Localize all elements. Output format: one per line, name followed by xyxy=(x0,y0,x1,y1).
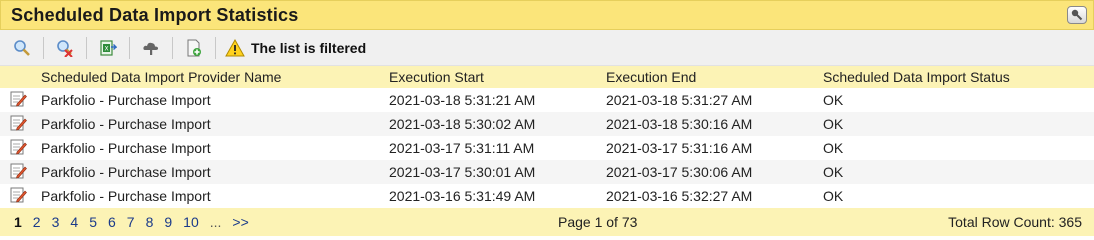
end-cell: 2021-03-18 5:31:27 AM xyxy=(606,92,753,108)
page-link-current: 1 xyxy=(14,214,22,230)
page-info: Page 1 of 73 xyxy=(558,214,638,230)
table-row: Parkfolio - Purchase Import 2021-03-18 5… xyxy=(0,88,1094,112)
page-links: 1 2 3 4 5 6 7 8 9 10 ... >> xyxy=(14,214,260,230)
status-cell: OK xyxy=(823,188,844,204)
toolbar-separator xyxy=(172,36,173,59)
edit-icon xyxy=(10,115,27,130)
edit-button[interactable] xyxy=(0,136,41,160)
pager: 1 2 3 4 5 6 7 8 9 10 ... >> Page 1 of 73… xyxy=(0,208,1094,236)
provider-cell: Parkfolio - Purchase Import xyxy=(41,92,211,108)
page-ellipsis[interactable]: ... xyxy=(210,214,222,230)
edit-button[interactable] xyxy=(0,88,41,112)
end-cell: 2021-03-17 5:31:16 AM xyxy=(606,140,753,156)
page-link[interactable]: 5 xyxy=(89,214,97,230)
page-link[interactable]: 10 xyxy=(183,214,199,230)
toolbar-separator xyxy=(86,36,87,59)
status-cell: OK xyxy=(823,92,844,108)
filter-notice: The list is filtered xyxy=(225,38,367,57)
status-cell: OK xyxy=(823,140,844,156)
page-link[interactable]: 6 xyxy=(108,214,116,230)
title-bar: Scheduled Data Import Statistics xyxy=(0,0,1094,30)
clear-search-icon xyxy=(57,39,73,57)
page-link[interactable]: 9 xyxy=(164,214,172,230)
toolbar-separator xyxy=(43,36,44,59)
start-cell: 2021-03-18 5:30:02 AM xyxy=(389,116,536,132)
page-link[interactable]: 8 xyxy=(146,214,154,230)
export-excel-button[interactable]: X xyxy=(96,36,120,60)
edit-icon xyxy=(10,139,27,154)
add-button[interactable] xyxy=(182,36,206,60)
table-row: Parkfolio - Purchase Import 2021-03-18 5… xyxy=(0,112,1094,136)
status-cell: OK xyxy=(823,164,844,180)
column-header-provider[interactable]: Scheduled Data Import Provider Name xyxy=(41,66,389,88)
header-icon-cell xyxy=(0,66,41,88)
filter-notice-text: The list is filtered xyxy=(251,39,367,56)
pin-button[interactable] xyxy=(1067,6,1087,24)
cloud-upload-icon xyxy=(143,42,159,55)
next-pages-link[interactable]: >> xyxy=(232,214,248,230)
warning-icon xyxy=(225,38,245,56)
toolbar: X The list is filtered xyxy=(0,30,1094,66)
column-header-status[interactable]: Scheduled Data Import Status xyxy=(823,66,1094,88)
excel-export-icon: X xyxy=(100,39,117,56)
clear-search-button[interactable] xyxy=(53,36,77,60)
pin-icon xyxy=(1071,9,1083,21)
total-row-count: Total Row Count: 365 xyxy=(948,214,1082,230)
provider-cell: Parkfolio - Purchase Import xyxy=(41,116,211,132)
table-header-row: Scheduled Data Import Provider Name Exec… xyxy=(0,66,1094,88)
add-document-icon xyxy=(187,39,201,56)
start-cell: 2021-03-16 5:31:49 AM xyxy=(389,188,536,204)
page-link[interactable]: 7 xyxy=(127,214,135,230)
page-link[interactable]: 4 xyxy=(70,214,78,230)
provider-cell: Parkfolio - Purchase Import xyxy=(41,164,211,180)
statistics-panel: Scheduled Data Import Statistics X The l… xyxy=(0,0,1094,240)
svg-text:X: X xyxy=(104,45,108,52)
provider-cell: Parkfolio - Purchase Import xyxy=(41,188,211,204)
provider-cell: Parkfolio - Purchase Import xyxy=(41,140,211,156)
start-cell: 2021-03-17 5:31:11 AM xyxy=(389,140,535,156)
page-link[interactable]: 2 xyxy=(33,214,41,230)
start-cell: 2021-03-17 5:30:01 AM xyxy=(389,164,536,180)
edit-button[interactable] xyxy=(0,160,41,184)
toolbar-separator xyxy=(129,36,130,59)
search-icon xyxy=(14,39,30,56)
toolbar-separator xyxy=(215,36,216,59)
edit-icon xyxy=(10,91,27,106)
search-button[interactable] xyxy=(10,36,34,60)
status-cell: OK xyxy=(823,116,844,132)
end-cell: 2021-03-17 5:30:06 AM xyxy=(606,164,753,180)
page-link[interactable]: 3 xyxy=(52,214,60,230)
edit-button[interactable] xyxy=(0,184,41,208)
edit-icon xyxy=(10,163,27,178)
upload-button[interactable] xyxy=(139,36,163,60)
table-row: Parkfolio - Purchase Import 2021-03-17 5… xyxy=(0,160,1094,184)
statistics-table: Scheduled Data Import Provider Name Exec… xyxy=(0,66,1094,208)
page-title: Scheduled Data Import Statistics xyxy=(11,4,299,25)
end-cell: 2021-03-18 5:30:16 AM xyxy=(606,116,753,132)
table-row: Parkfolio - Purchase Import 2021-03-17 5… xyxy=(0,136,1094,160)
table-row: Parkfolio - Purchase Import 2021-03-16 5… xyxy=(0,184,1094,208)
edit-button[interactable] xyxy=(0,112,41,136)
end-cell: 2021-03-16 5:32:27 AM xyxy=(606,188,753,204)
start-cell: 2021-03-18 5:31:21 AM xyxy=(389,92,536,108)
column-header-end[interactable]: Execution End xyxy=(606,66,823,88)
column-header-start[interactable]: Execution Start xyxy=(389,66,606,88)
edit-icon xyxy=(10,187,27,202)
